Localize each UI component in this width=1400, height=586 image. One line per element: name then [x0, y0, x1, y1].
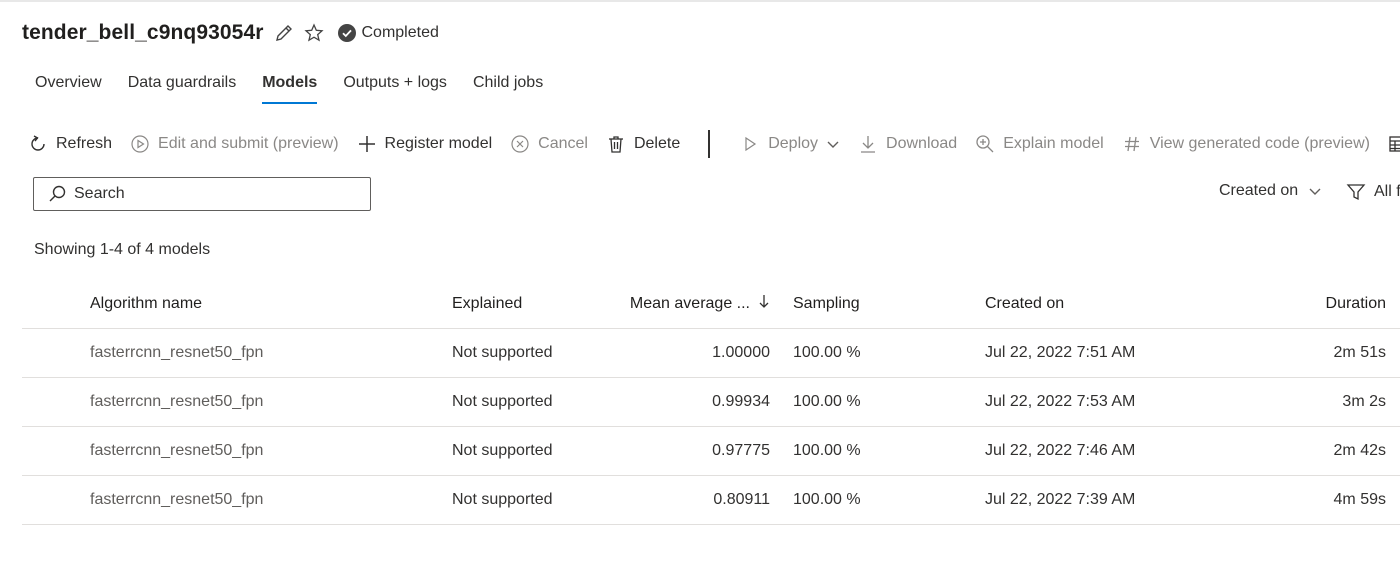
chevron-down-icon [826, 137, 840, 151]
duration-cell: 2m 51s [1333, 344, 1386, 361]
table-row[interactable]: fasterrcnn_resnet50_fpn Not supported 0.… [22, 476, 1400, 525]
download-label: Download [886, 135, 958, 152]
metric-cell: 0.97775 [712, 442, 770, 459]
models-table: Algorithm name Explained Mean average ..… [22, 280, 1400, 525]
explained-cell: Not supported [452, 491, 553, 508]
metric-cell: 1.00000 [712, 344, 770, 361]
overflow-button[interactable]: E [1388, 134, 1400, 154]
column-header-duration[interactable]: Duration [1326, 280, 1386, 328]
pencil-icon[interactable] [274, 23, 294, 43]
view-code-label: View generated code (preview) [1149, 135, 1370, 152]
duration-cell: 3m 2s [1342, 393, 1386, 410]
command-bar: Refresh Edit and submit (preview) Regist… [28, 128, 1400, 160]
created-cell: Jul 22, 2022 7:39 AM [985, 491, 1136, 508]
results-count: Showing 1-4 of 4 models [34, 241, 211, 258]
filter-icon [1346, 182, 1366, 202]
hash-icon [1122, 134, 1142, 154]
filter-label: All f [1374, 183, 1400, 200]
column-header-explained[interactable]: Explained [452, 280, 522, 328]
search-input[interactable] [74, 185, 334, 203]
refresh-button[interactable]: Refresh [28, 134, 112, 154]
tab-bar: Overview Data guardrails Models Outputs … [22, 70, 556, 104]
table-row[interactable]: fasterrcnn_resnet50_fpn Not supported 0.… [22, 427, 1400, 476]
column-header-created[interactable]: Created on [985, 280, 1064, 328]
explain-model-button[interactable]: Explain model [975, 134, 1104, 154]
tab-outputs-logs[interactable]: Outputs + logs [330, 70, 460, 102]
register-model-button[interactable]: Register model [357, 134, 493, 154]
search-icon [48, 185, 66, 203]
edit-submit-button[interactable]: Edit and submit (preview) [130, 134, 339, 154]
play-circle-icon [130, 134, 150, 154]
check-circle-icon [337, 24, 356, 42]
trash-icon [606, 134, 626, 154]
page-title: tender_bell_c9nq93054r [22, 21, 264, 44]
zoom-in-icon [975, 134, 995, 154]
created-cell: Jul 22, 2022 7:46 AM [985, 442, 1136, 459]
explained-cell: Not supported [452, 393, 553, 410]
table-header-row: Algorithm name Explained Mean average ..… [22, 280, 1400, 329]
top-border [0, 0, 1400, 2]
status-text: Completed [361, 24, 439, 41]
duration-cell: 2m 42s [1333, 442, 1386, 459]
chevron-down-icon [1308, 184, 1322, 198]
star-icon[interactable] [303, 23, 324, 43]
algorithm-link[interactable]: fasterrcnn_resnet50_fpn [90, 427, 263, 475]
cancel-button[interactable]: Cancel [510, 134, 588, 154]
plus-icon [357, 134, 377, 154]
refresh-icon [28, 134, 48, 154]
tab-models[interactable]: Models [249, 70, 330, 104]
created-cell: Jul 22, 2022 7:53 AM [985, 393, 1136, 410]
sort-dropdown[interactable]: Created on [1219, 182, 1322, 200]
column-header-sampling[interactable]: Sampling [793, 280, 860, 328]
sampling-cell: 100.00 % [793, 491, 861, 508]
algorithm-link[interactable]: fasterrcnn_resnet50_fpn [90, 378, 263, 426]
refresh-label: Refresh [56, 135, 113, 152]
tab-child-jobs[interactable]: Child jobs [460, 70, 556, 102]
arrow-down-icon [758, 280, 770, 328]
column-header-metric-label: Mean average ... [629, 295, 750, 312]
column-header-metric[interactable]: Mean average ... [630, 280, 770, 328]
view-code-button[interactable]: View generated code (preview) [1122, 134, 1370, 154]
table-icon [1388, 134, 1400, 154]
metric-cell: 0.80911 [713, 491, 770, 508]
sampling-cell: 100.00 % [793, 442, 861, 459]
toolbar-divider [708, 130, 711, 158]
delete-button[interactable]: Delete [606, 134, 680, 154]
duration-cell: 4m 59s [1333, 491, 1386, 508]
delete-label: Delete [633, 135, 681, 152]
play-icon [740, 134, 760, 154]
created-cell: Jul 22, 2022 7:51 AM [985, 344, 1136, 361]
search-box[interactable] [33, 177, 371, 211]
algorithm-link[interactable]: fasterrcnn_resnet50_fpn [90, 476, 263, 524]
page-header: tender_bell_c9nq93054r Completed [22, 18, 439, 48]
column-header-algorithm[interactable]: Algorithm name [90, 280, 202, 328]
sort-label: Created on [1219, 182, 1299, 199]
deploy-label: Deploy [768, 135, 819, 152]
sampling-cell: 100.00 % [793, 344, 861, 361]
table-row[interactable]: fasterrcnn_resnet50_fpn Not supported 0.… [22, 378, 1400, 427]
table-row[interactable]: fasterrcnn_resnet50_fpn Not supported 1.… [22, 329, 1400, 378]
explain-model-label: Explain model [1003, 135, 1104, 152]
cancel-circle-icon [510, 134, 530, 154]
download-icon [858, 134, 878, 154]
status-badge: Completed [337, 24, 439, 42]
edit-submit-label: Edit and submit (preview) [158, 135, 339, 152]
explained-cell: Not supported [452, 344, 553, 361]
sampling-cell: 100.00 % [793, 393, 861, 410]
download-button[interactable]: Download [858, 134, 957, 154]
tab-overview[interactable]: Overview [22, 70, 115, 102]
filter-button[interactable]: All f [1346, 182, 1400, 202]
deploy-button[interactable]: Deploy [740, 134, 840, 154]
algorithm-link[interactable]: fasterrcnn_resnet50_fpn [90, 329, 263, 377]
explained-cell: Not supported [452, 442, 553, 459]
metric-cell: 0.99934 [712, 393, 770, 410]
cancel-label: Cancel [538, 135, 588, 152]
tab-data-guardrails[interactable]: Data guardrails [115, 70, 250, 102]
register-model-label: Register model [384, 135, 493, 152]
